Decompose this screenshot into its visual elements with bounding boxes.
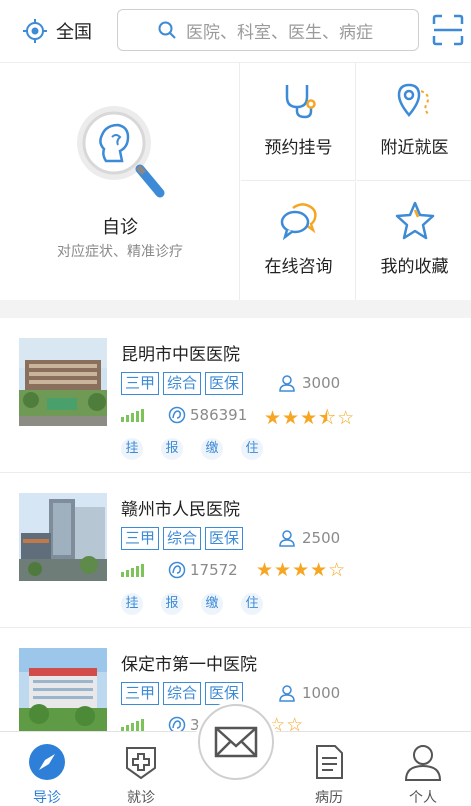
hospital-tags: 三甲 综合 医保 (121, 682, 247, 705)
nav-records[interactable]: 病历 (282, 732, 376, 806)
tag-insurance: 医保 (205, 527, 244, 550)
search-icon (158, 21, 176, 39)
page: 全国 医院、科室、医生、病症 自诊 对应症状、精准诊疗 预约挂号 附近就医 在线… (0, 0, 471, 806)
tag-type: 综合 (163, 682, 202, 705)
service-inpatient-badge: 住 (241, 593, 263, 615)
follower-count-value: 1000 (302, 684, 341, 702)
follower-count-value: 3000 (302, 374, 341, 392)
tag-insurance: 医保 (205, 682, 244, 705)
tile-appointment[interactable]: 预约挂号 (241, 63, 356, 181)
person-outline-icon (279, 685, 295, 702)
hospital-name: 昆明市中医医院 (121, 345, 240, 365)
scan-icon[interactable] (432, 14, 464, 46)
doctor-head-icon (168, 406, 186, 424)
hospital-photo (19, 338, 107, 426)
visit-count-value: 586391 (190, 406, 248, 424)
self-diagnosis-card[interactable]: 自诊 对应症状、精准诊疗 (0, 63, 240, 301)
chat-bubbles-icon (280, 203, 317, 240)
location-label: 全国 (56, 22, 92, 43)
service-report-badge: 报 (161, 438, 183, 460)
crosshair-location-icon (23, 19, 47, 43)
hospital-card[interactable]: 昆明市中医医院 三甲 综合 医保 3000 586391 ★★★⯪☆ 挂 报 缴… (0, 318, 471, 473)
signal-bars-icon (121, 563, 146, 577)
hospital-name: 保定市第一中医院 (121, 655, 257, 675)
follower-count: 2500 (278, 529, 340, 547)
self-diagnosis-subtitle: 对应症状、精准诊疗 (57, 244, 183, 260)
service-pay-badge: 缴 (201, 593, 223, 615)
person-icon (404, 745, 442, 781)
self-diagnosis-title: 自诊 (102, 217, 138, 238)
rating-stars: ★★★⯪☆ (264, 407, 356, 429)
service-report-badge: 报 (161, 593, 183, 615)
star-icon (395, 201, 435, 240)
stethoscope-icon (285, 85, 316, 119)
doctor-head-icon (168, 561, 186, 579)
nav-profile[interactable]: 个人 (376, 732, 470, 806)
tile-favorites[interactable]: 我的收藏 (357, 182, 471, 300)
visit-count-value: 17572 (190, 561, 238, 579)
service-inpatient-badge: 住 (241, 438, 263, 460)
mail-icon (214, 726, 258, 758)
nav-visit[interactable]: 就诊 (94, 732, 188, 806)
search-placeholder: 医院、科室、医生、病症 (186, 22, 373, 43)
hospital-photo (19, 648, 107, 736)
person-outline-icon (279, 530, 295, 547)
service-pay-badge: 缴 (201, 438, 223, 460)
follower-count-value: 2500 (302, 529, 341, 547)
nav-label: 病历 (315, 790, 343, 806)
follower-count: 1000 (278, 684, 340, 702)
tile-nearby[interactable]: 附近就医 (357, 63, 471, 181)
message-fab[interactable] (198, 704, 274, 780)
tile-label: 在线咨询 (264, 257, 333, 277)
tag-type: 综合 (163, 527, 202, 550)
hospital-stats: 586391 (121, 406, 247, 424)
hospital-stats: 17572 (121, 561, 238, 579)
hospital-tags: 三甲 综合 医保 (121, 372, 247, 395)
section-divider (0, 300, 471, 318)
tile-label: 预约挂号 (264, 138, 333, 158)
rating-stars: ★★★★☆ (256, 559, 347, 581)
service-register-badge: 挂 (121, 593, 143, 615)
location-selector[interactable]: 全国 (22, 18, 104, 44)
search-input[interactable]: 医院、科室、医生、病症 (117, 9, 419, 51)
document-icon (316, 745, 343, 779)
nav-label: 就诊 (127, 790, 155, 806)
service-badges: 挂 报 缴 住 (121, 593, 281, 615)
service-badges: 挂 报 缴 住 (121, 438, 281, 460)
tag-type: 综合 (163, 372, 202, 395)
medical-cross-icon (126, 747, 156, 780)
location-pin-icon (397, 83, 430, 117)
magnifier-head-icon (77, 106, 165, 198)
compass-icon (29, 744, 65, 780)
nav-guide[interactable]: 导诊 (0, 732, 94, 806)
tile-label: 附近就医 (380, 138, 449, 158)
tile-label: 我的收藏 (380, 257, 449, 277)
hospital-name: 赣州市人民医院 (121, 500, 240, 520)
tag-level: 三甲 (121, 682, 160, 705)
nav-label: 导诊 (33, 790, 61, 806)
header: 全国 医院、科室、医生、病症 (0, 0, 471, 62)
tag-insurance: 医保 (205, 372, 244, 395)
tag-level: 三甲 (121, 527, 160, 550)
hospital-tags: 三甲 综合 医保 (121, 527, 247, 550)
visit-count: 586391 (168, 406, 247, 424)
follower-count: 3000 (278, 374, 340, 392)
visit-count: 17572 (168, 561, 238, 579)
signal-bars-icon (121, 408, 146, 422)
hospital-photo (19, 493, 107, 581)
signal-bars-icon (121, 718, 146, 732)
person-outline-icon (279, 375, 295, 392)
hospital-card[interactable]: 赣州市人民医院 三甲 综合 医保 2500 17572 ★★★★☆ 挂 报 缴 … (0, 473, 471, 628)
nav-label: 个人 (409, 790, 437, 806)
tag-level: 三甲 (121, 372, 160, 395)
tile-online-consult[interactable]: 在线咨询 (241, 182, 356, 300)
quick-services: 自诊 对应症状、精准诊疗 预约挂号 附近就医 在线咨询 我的收藏 (0, 62, 471, 301)
service-register-badge: 挂 (121, 438, 143, 460)
